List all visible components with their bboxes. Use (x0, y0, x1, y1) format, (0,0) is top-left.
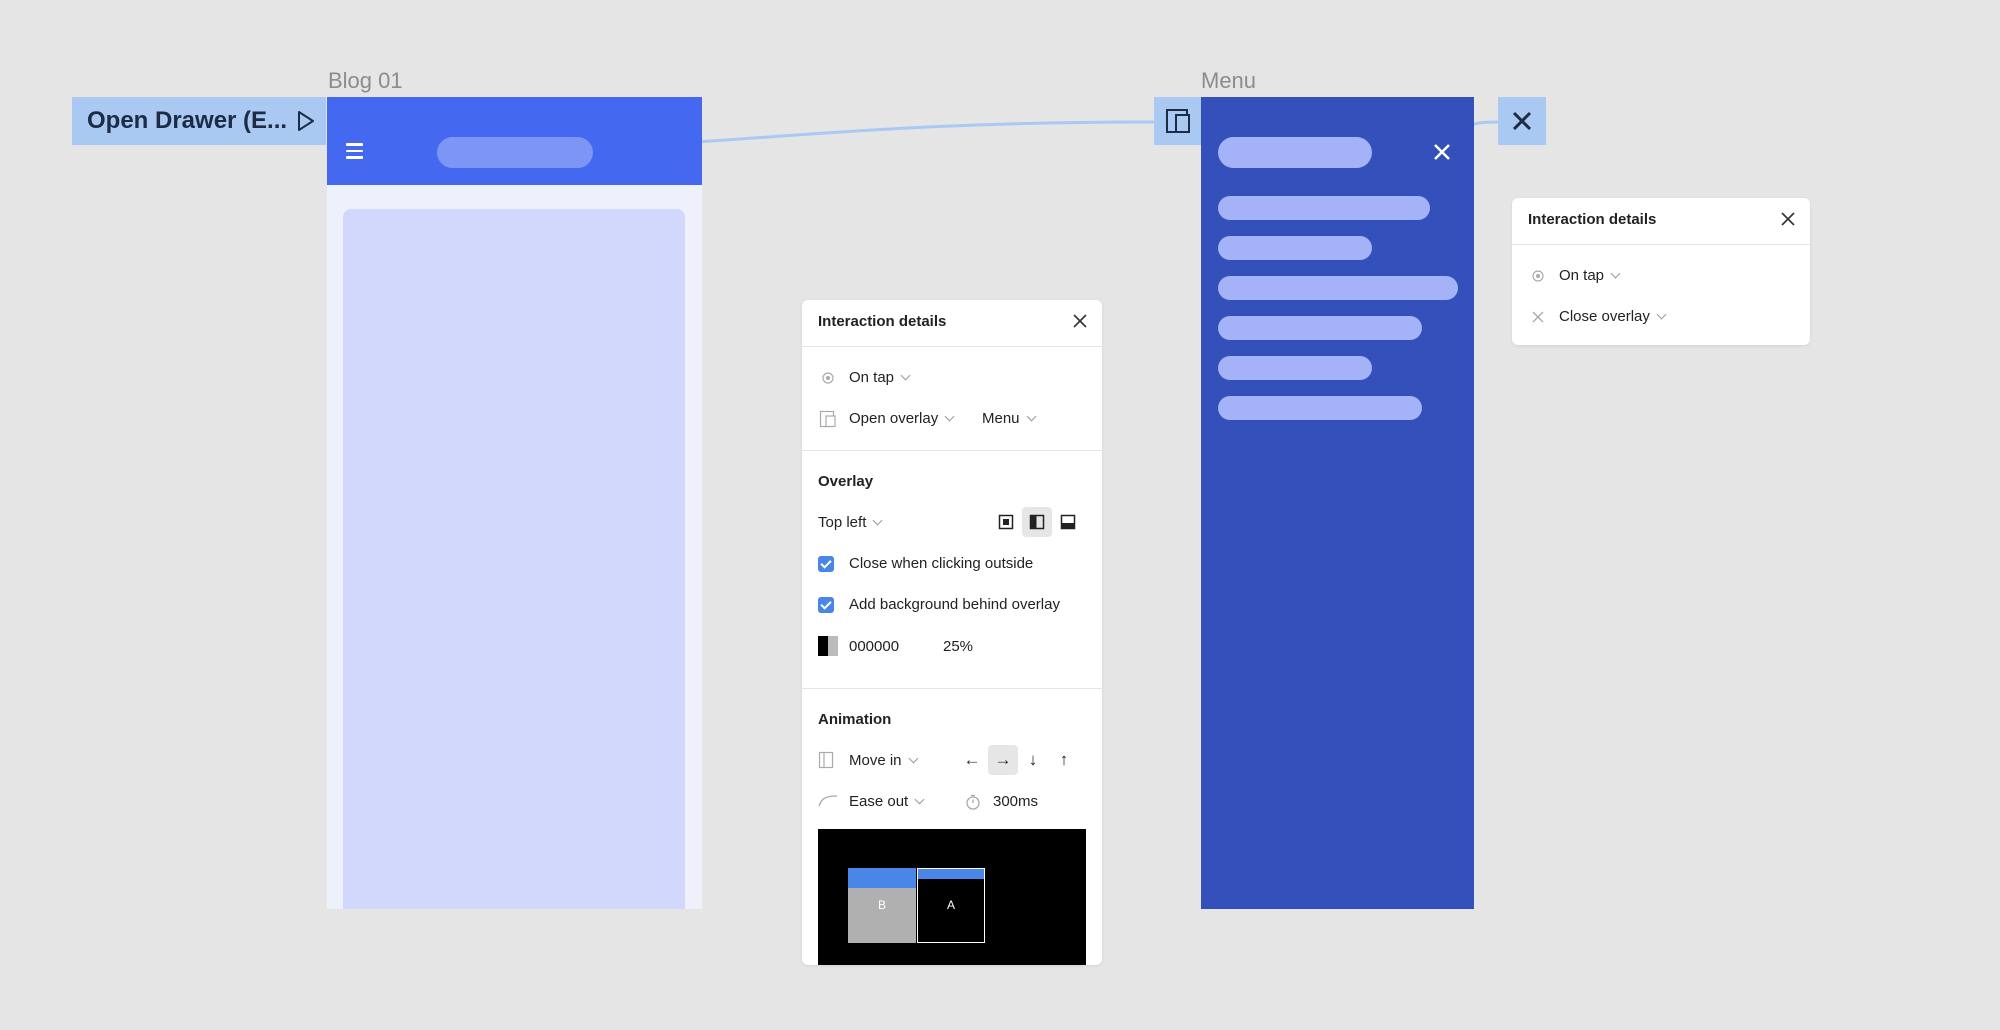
divider (802, 688, 1102, 689)
animation-type-label: Move in (849, 752, 902, 769)
trigger-dropdown[interactable]: On tap (1559, 267, 1621, 284)
chevron-down-icon (914, 794, 925, 805)
overlay-section-title: Overlay (818, 473, 874, 490)
close-outside-checkbox[interactable] (818, 556, 834, 572)
play-icon[interactable] (296, 109, 316, 133)
preview-frame-b-label: B (877, 898, 886, 912)
blog-frame[interactable] (327, 97, 702, 909)
menu-item-placeholder (1218, 356, 1372, 380)
open-overlay-badge[interactable] (1154, 97, 1202, 145)
divider (802, 450, 1102, 451)
trigger-label: On tap (849, 369, 895, 386)
panel-title: Interaction details (1528, 211, 1657, 228)
chevron-down-icon (1610, 268, 1621, 279)
divider (802, 346, 1102, 347)
preview-frame-a: A (917, 868, 985, 943)
close-icon[interactable] (1780, 211, 1796, 227)
flow-starting-point[interactable]: Open Drawer (E... (72, 97, 326, 145)
flow-name: Open Drawer (E... (87, 107, 288, 134)
trigger-label: On tap (1559, 267, 1605, 284)
animation-section-title: Animation (818, 711, 892, 728)
easing-curve-icon (818, 795, 838, 807)
add-background-checkbox[interactable] (818, 597, 834, 613)
hamburger-menu-icon[interactable] (346, 143, 363, 163)
duration-input[interactable]: 300ms (993, 793, 1038, 810)
close-action-icon (1532, 311, 1544, 323)
easing-dropdown[interactable]: Ease out (849, 793, 925, 810)
header-title-placeholder (437, 137, 593, 168)
bottom-position-icon (1060, 514, 1076, 530)
arrow-left-icon: ← (963, 750, 981, 769)
preview-frame-b: B (848, 868, 916, 943)
overlay-icon (1166, 109, 1190, 133)
direction-left-button[interactable]: ← (957, 745, 987, 775)
destination-label: Menu (982, 410, 1020, 427)
blog-header (327, 97, 702, 185)
center-position-icon (998, 514, 1014, 530)
content-card (343, 209, 685, 909)
menu-close-icon[interactable] (1432, 142, 1452, 162)
bottom-position-button[interactable] (1053, 507, 1083, 537)
menu-item-placeholder (1218, 316, 1422, 340)
timer-icon (966, 794, 980, 810)
left-position-icon (1029, 514, 1045, 530)
menu-item-placeholder (1218, 396, 1422, 420)
chevron-down-icon (872, 515, 883, 526)
close-outside-label: Close when clicking outside (849, 555, 1034, 572)
tap-icon (1532, 270, 1544, 282)
trigger-dropdown[interactable]: On tap (849, 369, 911, 386)
direction-up-button[interactable]: ↑ (1049, 745, 1079, 775)
frame-label-blog[interactable]: Blog 01 (328, 68, 403, 94)
menu-item-placeholder (1218, 236, 1372, 260)
chevron-down-icon (944, 411, 955, 422)
close-icon (1512, 111, 1532, 131)
frame-label-menu[interactable]: Menu (1201, 68, 1256, 94)
close-interaction-panel: Interaction details On tap Close overlay (1512, 198, 1810, 345)
center-position-button[interactable] (991, 507, 1021, 537)
action-label: Open overlay (849, 410, 939, 427)
add-background-label: Add background behind overlay (849, 596, 1060, 613)
direction-down-button[interactable]: ↓ (1018, 745, 1048, 775)
chevron-down-icon (1656, 309, 1667, 320)
direction-right-button[interactable]: → (988, 745, 1018, 775)
background-color-hex[interactable]: 000000 (849, 638, 899, 655)
background-color-swatch[interactable] (818, 636, 838, 656)
arrow-up-icon: ↑ (1059, 750, 1069, 769)
close-icon[interactable] (1072, 313, 1088, 329)
destination-dropdown[interactable]: Menu (982, 410, 1036, 427)
action-label: Close overlay (1559, 308, 1650, 325)
overlay-position-dropdown[interactable]: Top left (818, 514, 883, 531)
background-opacity[interactable]: 25% (943, 638, 973, 655)
overlay-position-label: Top left (818, 514, 867, 531)
preview-frame-a-label: A (946, 898, 955, 912)
move-in-icon (818, 751, 834, 769)
action-dropdown[interactable]: Open overlay (849, 410, 955, 427)
tap-icon (822, 372, 834, 384)
menu-item-placeholder (1218, 137, 1372, 168)
animation-preview: B A (818, 829, 1086, 965)
divider (1512, 244, 1810, 245)
animation-type-dropdown[interactable]: Move in (849, 752, 918, 769)
interaction-details-panel: Interaction details On tap Open overlay … (802, 300, 1102, 965)
easing-label: Ease out (849, 793, 909, 810)
menu-frame[interactable] (1201, 97, 1474, 909)
left-position-button[interactable] (1022, 507, 1052, 537)
chevron-down-icon (1026, 411, 1036, 422)
menu-item-placeholder (1218, 196, 1430, 220)
action-dropdown[interactable]: Close overlay (1559, 308, 1667, 325)
panel-title: Interaction details (818, 313, 947, 330)
menu-item-placeholder (1218, 276, 1458, 300)
arrow-right-icon: → (994, 750, 1012, 769)
open-overlay-icon (819, 410, 836, 428)
close-overlay-badge[interactable] (1498, 97, 1546, 145)
chevron-down-icon (900, 370, 911, 381)
chevron-down-icon (908, 753, 918, 764)
arrow-down-icon: ↓ (1028, 750, 1038, 769)
